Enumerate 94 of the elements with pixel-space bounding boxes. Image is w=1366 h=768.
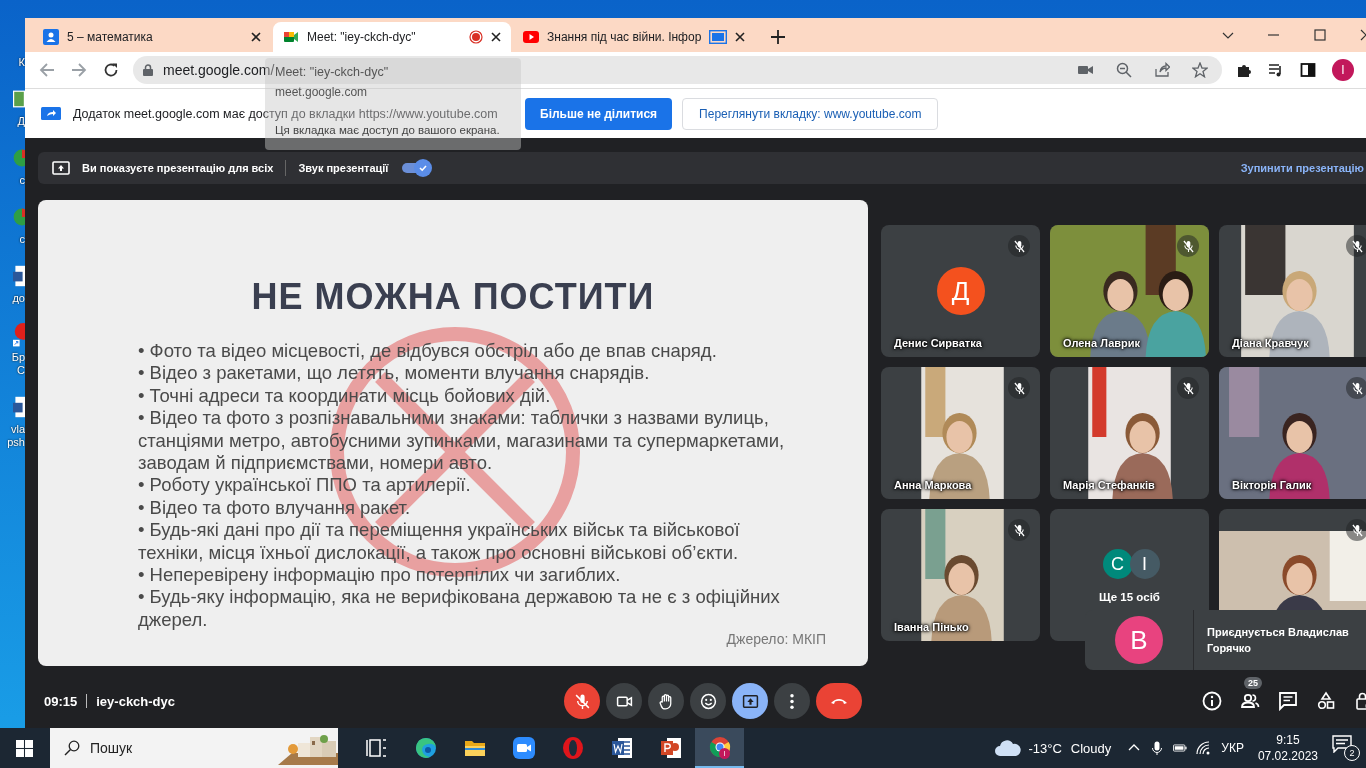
reaction-button[interactable] (690, 683, 726, 719)
maximize-icon[interactable] (1314, 29, 1326, 41)
slide-bullet: • Будь-яку інформацію, яка не верифікована державою та не є з офіційних джерел. (138, 586, 781, 632)
microphone-icon[interactable] (1150, 741, 1165, 755)
notification-count-badge: 2 (1344, 745, 1360, 761)
participant-name: Олена Лаврик (1063, 337, 1141, 349)
search-field[interactable]: Пошук (50, 728, 338, 768)
tooltip-title: Meet: "iey-ckch-dyc" (275, 64, 390, 81)
slide-bullet: • Точні адреси та координати місць бойових дій. (138, 384, 552, 408)
slide-bullet: • Будь-які дані про дії та переміщення українських військ та військової техніки, місця їхньої дислокації, а також про основні військові об’єкти. (138, 519, 741, 565)
slide-bullet: • Неперевірену інформацію про потерпілих чи загиблих. (138, 564, 622, 587)
close-icon[interactable] (735, 32, 746, 42)
sound-label: Звук презентації (298, 162, 389, 174)
temperature[interactable]: -13°C (1028, 740, 1062, 756)
desktop-icon-label[interactable]: Бр С (3, 351, 25, 377)
browser-tab[interactable]: 5 – математика (33, 22, 271, 52)
slide-bullet: • Фото та відео місцевості, де відбувся обстріл або де впав снаряд. (138, 340, 718, 363)
language-indicator[interactable]: УКР (1221, 741, 1244, 755)
microphone-off-icon (573, 692, 591, 710)
video-camera-icon (283, 29, 299, 45)
participant-name: Денис Сирватка (894, 337, 982, 349)
desktop-icon-label[interactable]: vla psh (3, 423, 25, 449)
zoom-out-icon[interactable] (1116, 62, 1132, 78)
play-icon (523, 29, 539, 45)
start-icon[interactable] (16, 739, 33, 757)
weather-condition[interactable]: Cloudy (1070, 740, 1112, 756)
more-vertical-icon (790, 693, 794, 709)
desktop-icon-label[interactable]: до (3, 292, 25, 305)
close-icon[interactable] (251, 32, 261, 42)
profile-avatar[interactable]: I (1332, 59, 1354, 81)
browser-tab[interactable]: Знання під час війни. Інфор (513, 22, 756, 52)
slide-title: НЕ МОЖНА ПОСТИТИ (250, 276, 656, 318)
check-icon (418, 163, 429, 173)
clock-date[interactable]: 07.02.2023 (1257, 748, 1318, 764)
puzzle-icon[interactable] (1236, 62, 1252, 78)
desktop-icon-label[interactable]: с (3, 174, 25, 187)
more-options-button[interactable] (774, 683, 810, 719)
reload-icon[interactable] (103, 62, 119, 78)
new-tab-icon[interactable] (771, 30, 786, 44)
infobar-message: Додаток meet.google.com має доступ до вкладки https://www.youtube.com (73, 106, 499, 121)
battery-icon[interactable] (1173, 741, 1188, 755)
desktop-icon-label[interactable]: К (3, 56, 25, 69)
close-icon[interactable] (491, 32, 501, 42)
search-icon (64, 740, 80, 756)
chat-button[interactable] (1278, 691, 1298, 711)
participant-avatar: І (1129, 549, 1160, 579)
mic-button[interactable] (564, 683, 600, 719)
present-button[interactable] (732, 683, 768, 719)
presentation-status: Ви показуєте презентацію для всіх (82, 162, 274, 174)
present-screen-icon (52, 161, 70, 175)
slide-source: Джерело: МКІП (726, 631, 826, 648)
camera-button[interactable] (606, 683, 642, 719)
participant-avatar: Д (936, 267, 985, 315)
info-button[interactable] (1202, 691, 1222, 711)
slide-bullet: • Роботу української ППО та артилерії. (138, 474, 472, 497)
desktop-icon-label[interactable]: Д (3, 115, 25, 128)
meeting-code: iey-ckch-dyc (96, 693, 175, 709)
back-icon[interactable] (39, 62, 55, 78)
raise-hand-button[interactable] (648, 683, 684, 719)
present-screen-icon (741, 692, 759, 710)
activities-button[interactable] (1316, 691, 1336, 711)
phone-icon (829, 696, 849, 706)
participant-avatar: С (1102, 549, 1133, 579)
shortcut-icon[interactable] (13, 321, 25, 349)
smiley-icon (699, 692, 717, 710)
forward-icon[interactable] (71, 62, 87, 78)
stop-sharing-button[interactable]: Більше не ділитися (525, 97, 673, 130)
participant-name: Вікторія Галик (1232, 479, 1312, 491)
lock-icon (143, 64, 153, 76)
notifications-button[interactable]: 2 (1332, 735, 1360, 761)
contacts-icon (43, 29, 59, 45)
star-icon[interactable] (1192, 62, 1208, 78)
view-tab-button[interactable]: Переглянути вкладку: www.youtube.com (682, 97, 939, 130)
tooltip-note: Ця вкладка має доступ до вашого екрана. (275, 123, 501, 138)
stop-presenting-link[interactable]: Зупинити презентацію (1240, 162, 1364, 174)
join-message: Приєднується Владислав Горячко (1207, 625, 1350, 656)
clock-time[interactable]: 9:15 (1276, 732, 1300, 748)
wifi-icon[interactable] (1196, 741, 1211, 755)
desktop-icon-label[interactable]: с (3, 233, 25, 246)
side-panel-icon[interactable] (1300, 62, 1316, 78)
participant-count-badge: 25 (1244, 677, 1262, 689)
meeting-time: 09:15 (44, 693, 78, 709)
slide-bullet: • Відео та фото з розпізнавальними знаками: таблички з назвами вулиць, станціями метро, автобусними зупинками, магазинами та супермаркетами, заводам й підприємствами, номери авто. (138, 407, 786, 475)
more-participants-label[interactable]: Ще 15 осіб (1099, 591, 1160, 603)
participant-avatar: В (1115, 616, 1163, 664)
browser-tab[interactable]: Meet: "iey-ckch-dyc" (273, 22, 511, 52)
share-icon[interactable] (1154, 62, 1170, 78)
tooltip-domain: meet.google.com (275, 84, 369, 101)
screen-share-icon (41, 105, 61, 122)
slide-bullet: • Відео з ракетами, що летять, моменти влучання снарядів. (138, 362, 651, 385)
slide-bullet: • Відео та фото влучання ракет. (138, 496, 412, 520)
cloud-icon[interactable] (994, 739, 1023, 757)
media-control-icon[interactable] (1268, 62, 1284, 78)
leave-call-button[interactable] (816, 683, 862, 719)
